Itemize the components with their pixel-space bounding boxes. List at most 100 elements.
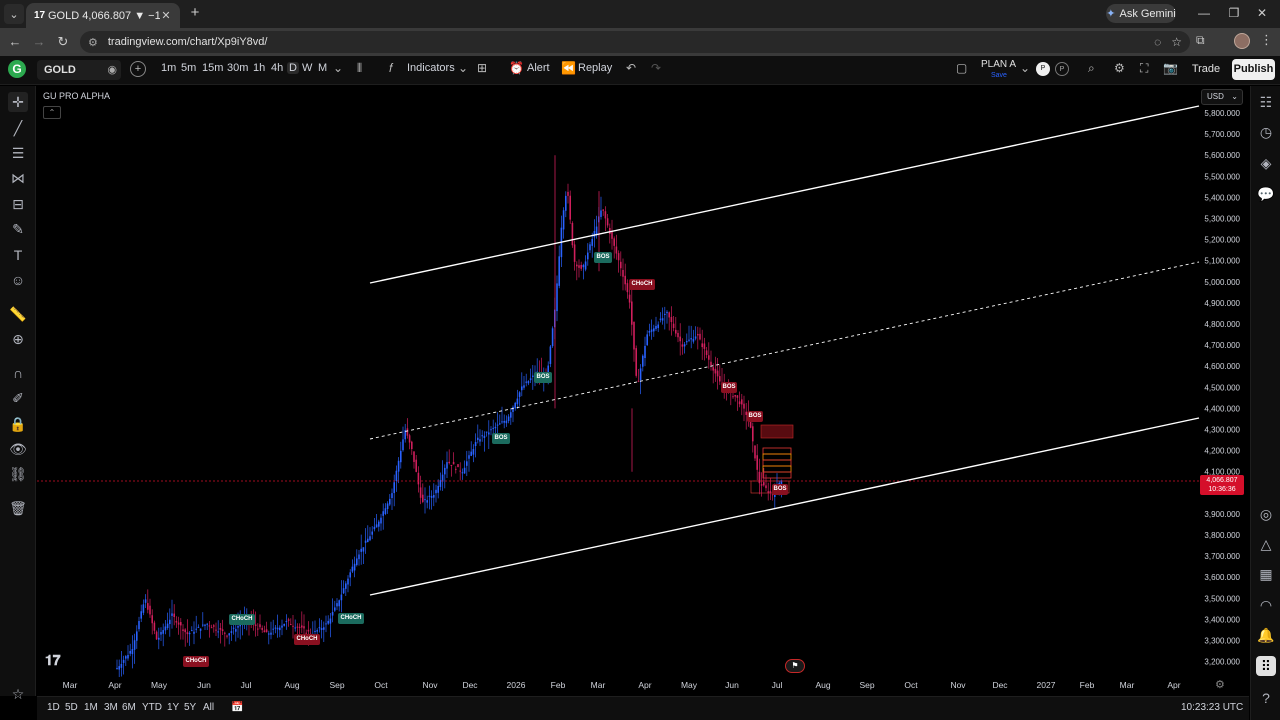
trash-icon[interactable]: 🗑 [8,498,28,518]
symbol-search[interactable]: GOLD ◉ [37,60,121,80]
range-5y[interactable]: 5Y [184,702,196,713]
timeframe-15m[interactable]: 15m [202,62,223,74]
indicators-icon[interactable]: 𝑓 [389,61,393,76]
reload-icon[interactable]: ↻ [53,32,73,52]
apps-grid-icon[interactable]: ⠿ [1256,656,1276,676]
fullscreen-icon[interactable]: ⛶ [1140,61,1148,76]
magnet-icon[interactable]: ∩ [8,363,28,383]
minimize-icon[interactable]: — [1194,4,1214,22]
crosshair-icon[interactable]: ✛ [8,92,28,112]
us-flag-event-icon[interactable]: ⚑ [785,659,805,673]
forward-icon[interactable]: → [29,32,49,52]
browser-tab[interactable]: 17 GOLD 4,066.807 ▼ −1.3% PLAN ✕ [26,3,180,28]
range-5d[interactable]: 5D [65,702,78,713]
timeframe-d[interactable]: D [287,62,299,74]
collapse-legend-icon[interactable]: ⌃ [43,106,61,119]
fib-icon[interactable]: ☰ [8,143,28,163]
user-menu-icon[interactable]: G [8,60,26,78]
extensions-icon[interactable]: ⧉ [1196,33,1205,48]
target-icon[interactable]: ◎ [1256,504,1276,524]
back-icon[interactable]: ← [5,32,25,52]
candle-style-icon[interactable]: ⫴ [357,61,362,76]
visibility-icon[interactable]: 👁 [8,439,28,459]
tab-search-icon[interactable]: ⌄ [4,4,24,24]
compare-symbol-icon[interactable]: + [130,61,146,77]
timeframe-30m[interactable]: 30m [227,62,248,74]
settings-icon[interactable]: ⚙ [1114,61,1125,75]
snapshot-icon[interactable]: 📷 [1163,61,1178,75]
restore-icon[interactable]: ❐ [1224,4,1244,22]
price-chart[interactable]: 5,800.000 5,700.000 5,600.000 5,500.000 5,40… [37,86,1249,696]
profile-p-outline-icon[interactable]: P [1055,62,1069,76]
range-1d[interactable]: 1D [47,702,60,713]
alert-button[interactable]: Alert [527,62,550,74]
timeframe-1h[interactable]: 1h [253,62,265,74]
profile-avatar[interactable] [1234,33,1250,49]
timeframe-4h[interactable]: 4h [271,62,283,74]
publish-button[interactable]: Publish [1232,59,1275,80]
range-1m[interactable]: 1M [84,702,98,713]
chart-settings-icon[interactable]: ⚙ [1215,678,1225,691]
watchlist-icon[interactable]: ☷ [1256,92,1276,112]
favorites-star-icon[interactable]: ☆ [8,684,28,704]
chat-icon[interactable]: 💬 [1256,184,1276,204]
indicator-legend[interactable]: GU PRO ALPHA [43,91,110,101]
tradingview-logo[interactable]: 𝟏𝟕 [45,652,61,669]
notifications-icon[interactable]: 🔔 [1256,625,1276,645]
layout-dropdown-icon[interactable]: ⌄ [1020,61,1030,75]
ideas-icon[interactable]: △ [1256,534,1276,554]
quick-search-icon[interactable]: ⌕ [1088,61,1095,76]
new-tab-icon[interactable]: + [186,4,204,22]
link-icon[interactable]: ⛓ [8,464,28,484]
timeframe-1m[interactable]: 1m [161,62,176,74]
templates-icon[interactable]: ⊞ [477,61,487,75]
undo-icon[interactable]: ↶ [626,61,636,75]
trendline-icon[interactable]: ╱ [8,118,28,138]
range-ytd[interactable]: YTD [142,702,162,713]
ask-gemini-button[interactable]: ✦ Ask Gemini [1106,4,1176,23]
streams-icon[interactable]: ◠ [1256,595,1276,615]
replay-button[interactable]: Replay [578,62,612,74]
indicators-dropdown-icon[interactable]: ⌄ [458,61,468,75]
site-info-icon[interactable]: ⚙ [88,36,98,49]
calendar-icon[interactable]: ▦ [1256,564,1276,584]
alerts-clock-icon[interactable]: ◷ [1256,122,1276,142]
text-tool-icon[interactable]: T [8,245,28,265]
ruler-icon[interactable]: 📏 [8,304,28,324]
eye-off-icon[interactable]: ◌ [1154,35,1161,49]
indicators-button[interactable]: Indicators [407,62,455,74]
trade-button[interactable]: Trade [1186,59,1226,80]
redo-icon[interactable]: ↷ [651,61,661,75]
help-icon[interactable]: ? [1256,688,1276,708]
close-tab-icon[interactable]: ✕ [160,9,172,22]
alert-icon[interactable]: ⏰ [509,61,524,75]
layout-name-button[interactable]: PLAN A Save [981,60,1016,81]
bookmark-star-icon[interactable]: ☆ [1171,35,1182,49]
replay-icon[interactable]: ⏪ [561,61,576,75]
emoji-icon[interactable]: ☺ [8,270,28,290]
range-6m[interactable]: 6M [122,702,136,713]
range-1y[interactable]: 1Y [167,702,179,713]
range-all[interactable]: All [203,702,214,713]
lock-icon[interactable]: 🔒 [8,414,28,434]
layout-icon[interactable]: ▢ [956,61,967,75]
close-window-icon[interactable]: ✕ [1252,4,1272,22]
symbol-info-icon[interactable]: ◉ [107,60,117,80]
stay-drawing-icon[interactable]: ✐ [8,388,28,408]
profile-p-icon[interactable]: P [1036,62,1050,76]
chart-pane[interactable]: 5,800.000 5,700.000 5,600.000 5,500.000 5,40… [37,86,1249,696]
pattern-icon[interactable]: ⋈ [8,168,28,188]
brush-icon[interactable]: ✎ [8,219,28,239]
timeframe-m[interactable]: M [318,62,327,74]
date-range-icon[interactable]: 📅 [231,702,243,713]
zoom-icon[interactable]: ⊕ [8,329,28,349]
forecast-icon[interactable]: ⊟ [8,194,28,214]
utc-clock[interactable]: 10:23:23 UTC [1181,702,1243,713]
currency-selector[interactable]: USD ⌄ [1201,89,1243,105]
timeframe-w[interactable]: W [302,62,312,74]
timeframe-5m[interactable]: 5m [181,62,196,74]
browser-menu-icon[interactable]: ⋮ [1260,32,1273,48]
layers-icon[interactable]: ◈ [1256,153,1276,173]
omnibox[interactable]: ⚙ tradingview.com/chart/Xp9iY8vd/ ◌ ☆ [80,31,1190,53]
timeframe-dropdown-icon[interactable]: ⌄ [333,61,343,75]
